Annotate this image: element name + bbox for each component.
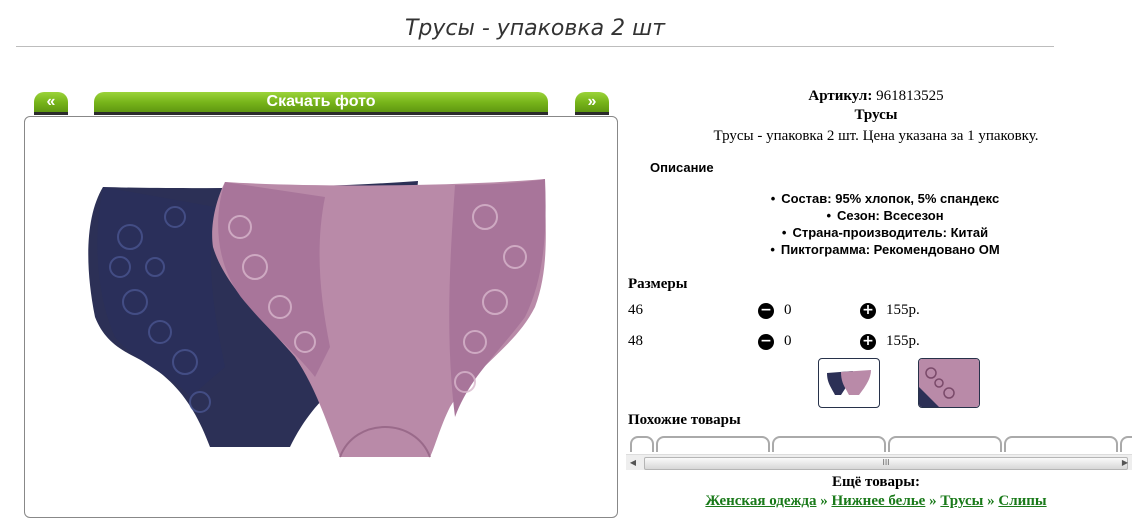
download-photo-button[interactable]: Скачать фото [94,92,548,112]
article-label: Артикул: [808,88,873,104]
next-photo-button[interactable]: » [575,92,609,112]
similar-carousel [630,436,1132,452]
plus-circle-icon[interactable]: + [860,334,876,350]
sizes-title: Размеры [628,276,688,292]
description-item: Пиктограмма: Рекомендовано ОМ [620,241,1132,258]
page-title: Трусы - упаковка 2 шт [16,12,1054,47]
product-description: Трусы - упаковка 2 шт. Цена указана за 1… [713,128,1039,144]
carousel-item[interactable] [1120,436,1132,452]
minus-circle-icon[interactable]: − [758,334,774,350]
size-value: 46 [628,302,643,318]
carousel-item[interactable] [888,436,1002,452]
price-value: 155р. [886,302,920,318]
size-value: 48 [628,333,643,349]
article-line: Артикул: 961813525 [620,88,1132,105]
description-item: Сезон: Всесезон [620,207,1132,224]
description-list: Состав: 95% хлопок, 5% спандекс Сезон: В… [620,190,1132,258]
size-row: 46 − 0 + 155р. [628,302,1128,322]
thumbnail-2-image [919,359,979,407]
scroll-thumb[interactable]: III [644,457,1128,470]
crumb-separator: » [987,493,995,509]
thumbnail-2[interactable] [918,358,980,408]
article-value: 961813525 [876,88,944,104]
more-products-title: Ещё товары: [831,474,921,490]
crumb-link-women-clothing[interactable]: Женская одежда [705,493,816,509]
similar-title: Похожие товары [628,412,741,428]
plus-circle-icon[interactable]: + [860,303,876,319]
crumb-link-panties[interactable]: Трусы [940,493,983,509]
product-photo [24,116,618,518]
quantity-value: 0 [784,302,792,318]
crumb-separator: » [929,493,937,509]
size-row: 48 − 0 + 155р. [628,333,1128,353]
description-title: Описание [650,160,714,175]
thumbnail-1[interactable] [818,358,880,408]
horizontal-scrollbar[interactable]: ◀ III ▶ [626,454,1132,470]
minus-circle-icon[interactable]: − [758,303,774,319]
thumbnail-1-image [827,370,871,395]
price-value: 155р. [886,333,920,349]
description-item: Страна-производитель: Китай [620,224,1132,241]
description-item: Состав: 95% хлопок, 5% спандекс [620,190,1132,207]
product-name: Трусы [854,107,898,123]
carousel-item[interactable] [772,436,886,452]
scroll-right-icon[interactable]: ▶ [1118,455,1132,470]
carousel-item[interactable] [630,436,654,452]
carousel-item[interactable] [1004,436,1118,452]
crumb-separator: » [820,493,828,509]
scroll-left-icon[interactable]: ◀ [626,455,640,470]
carousel-item[interactable] [656,436,770,452]
crumb-link-underwear[interactable]: Нижнее белье [831,493,925,509]
prev-photo-button[interactable]: « [34,92,68,112]
quantity-value: 0 [784,333,792,349]
product-photo-image [88,179,546,458]
crumb-link-slips[interactable]: Слипы [998,493,1046,509]
